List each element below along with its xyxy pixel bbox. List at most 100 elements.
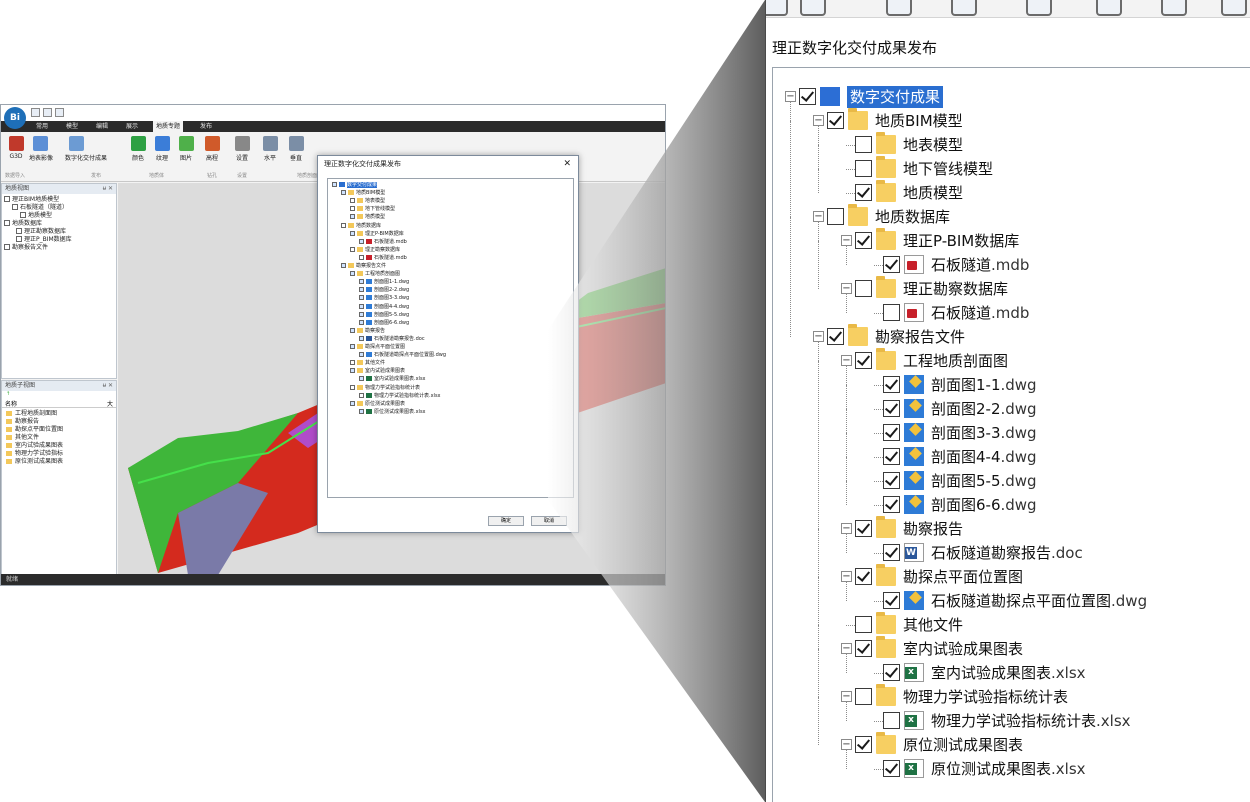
menu-6[interactable]: 发布 xyxy=(197,122,215,131)
checkbox[interactable] xyxy=(359,287,364,293)
close-icon[interactable]: ✕ xyxy=(563,156,571,172)
geology-view-item[interactable]: 石板隧道（隧道） xyxy=(4,204,116,212)
mini-ok-button[interactable]: 确定 xyxy=(488,516,524,526)
tree-node[interactable]: − 地质数据库 xyxy=(773,204,1243,229)
collapse-toggle[interactable]: − xyxy=(841,739,852,750)
checkbox[interactable] xyxy=(359,392,364,398)
collapse-toggle[interactable]: − xyxy=(841,643,852,654)
save-icon[interactable] xyxy=(55,108,64,117)
mini-tree-node[interactable]: 理正勘察数据库 xyxy=(350,246,400,254)
checkbox[interactable] xyxy=(827,328,844,345)
mini-tree-node[interactable]: 地质模型 xyxy=(350,213,385,221)
tree-node[interactable]: 原位测试成果图表.xlsx xyxy=(773,757,1243,781)
subview-list-item[interactable]: 勘察报告 xyxy=(6,418,116,426)
tree-node[interactable]: 石板隧道.mdb xyxy=(773,253,1243,277)
checkbox[interactable] xyxy=(4,196,10,202)
checkbox[interactable] xyxy=(359,238,364,244)
checkbox[interactable] xyxy=(350,246,355,252)
column-name[interactable]: 名称 xyxy=(5,401,17,408)
mini-tree-node[interactable]: 剖面图1-1.dwg xyxy=(359,278,409,286)
checkbox[interactable] xyxy=(883,592,900,609)
checkbox[interactable] xyxy=(855,736,872,753)
mini-tree-node[interactable]: 原位测试成果图表 xyxy=(350,400,405,408)
collapse-toggle[interactable]: − xyxy=(841,283,852,294)
mini-tree-node[interactable]: 物理力学试验指标统计表 xyxy=(350,384,420,392)
tree-node[interactable]: 剖面图4-4.dwg xyxy=(773,445,1243,469)
toolbar-rotate-icon[interactable] xyxy=(1221,0,1247,16)
mini-tree-node[interactable]: 原位测试成果图表.xlsx xyxy=(359,408,426,416)
subview-list-item[interactable]: 勘探点平面位置图 xyxy=(6,426,116,434)
checkbox[interactable] xyxy=(350,230,355,236)
checkbox[interactable] xyxy=(4,244,10,250)
tree-node[interactable]: 石板隧道勘察报告.doc xyxy=(773,541,1243,565)
tree-node[interactable]: 其他文件 xyxy=(773,612,1243,637)
checkbox[interactable] xyxy=(883,664,900,681)
checkbox[interactable] xyxy=(16,236,22,242)
mini-tree-node[interactable]: 剖面图4-4.dwg xyxy=(359,303,409,311)
checkbox[interactable] xyxy=(855,352,872,369)
tree-node[interactable]: − 原位测试成果图表 xyxy=(773,732,1243,757)
collapse-toggle[interactable]: − xyxy=(813,211,824,222)
tree-node[interactable]: 物理力学试验指标统计表.xlsx xyxy=(773,709,1243,733)
mini-tree-node[interactable]: 勘察报告文件 xyxy=(341,262,386,270)
mini-tree-node[interactable]: 工程地质剖面图 xyxy=(350,270,400,278)
checkbox[interactable] xyxy=(332,182,337,187)
mini-tree-node[interactable]: 地质BIM模型 xyxy=(341,189,385,197)
geology-view-item[interactable]: 理正勘察数据库 xyxy=(4,228,116,236)
checkbox[interactable] xyxy=(883,256,900,273)
geology-view-item[interactable]: 地质数据库 xyxy=(4,220,116,228)
tree-node[interactable]: − 数字交付成果 xyxy=(773,85,1243,109)
mini-tree-node[interactable]: 勘探点平面位置图 xyxy=(350,343,405,351)
mini-tree-node[interactable]: 石板隧道勘察报告.doc xyxy=(359,335,425,343)
tree-node[interactable]: 剖面图3-3.dwg xyxy=(773,421,1243,445)
ribbon-button-5[interactable]: 纹理 xyxy=(151,136,173,162)
toolbar-select-icon[interactable] xyxy=(886,0,912,16)
mini-tree-node[interactable]: 地质数据库 xyxy=(341,222,381,230)
collapse-toggle[interactable]: − xyxy=(841,355,852,366)
checkbox[interactable] xyxy=(350,206,355,212)
checkbox[interactable] xyxy=(341,263,346,268)
mini-tree-node[interactable]: 地下管线模型 xyxy=(350,205,395,213)
checkbox[interactable] xyxy=(359,279,364,285)
mini-tree-node[interactable]: 石板隧道.mdb xyxy=(359,238,407,246)
subview-list-item[interactable]: 工程地质剖面图 xyxy=(6,410,116,418)
checkbox[interactable] xyxy=(855,184,872,201)
checkbox[interactable] xyxy=(855,568,872,585)
checkbox[interactable] xyxy=(359,303,364,309)
ribbon-button-6[interactable]: 图片 xyxy=(175,136,197,162)
checkbox[interactable] xyxy=(359,376,364,382)
checkbox[interactable] xyxy=(827,208,844,225)
checkbox[interactable] xyxy=(350,360,355,366)
checkbox[interactable] xyxy=(855,136,872,153)
checkbox[interactable] xyxy=(883,304,900,321)
checkbox[interactable] xyxy=(883,544,900,561)
collapse-toggle[interactable]: − xyxy=(813,331,824,342)
tree-node[interactable]: − 勘探点平面位置图 xyxy=(773,564,1243,589)
checkbox[interactable] xyxy=(341,190,346,196)
ribbon-button-2[interactable]: 地表影像 xyxy=(29,136,53,162)
checkbox[interactable] xyxy=(350,271,355,277)
tree-node[interactable]: 剖面图6-6.dwg xyxy=(773,493,1243,517)
app-logo[interactable]: Bi xyxy=(4,107,26,129)
checkbox[interactable] xyxy=(855,232,872,249)
tree-node[interactable]: 石板隧道.mdb xyxy=(773,301,1243,325)
checkbox[interactable] xyxy=(855,280,872,297)
checkbox[interactable] xyxy=(350,400,355,406)
checkbox[interactable] xyxy=(883,760,900,777)
checkbox[interactable] xyxy=(350,384,355,390)
checkbox[interactable] xyxy=(827,112,844,129)
ribbon-button-9[interactable]: 水平 xyxy=(259,136,281,162)
mini-tree-node[interactable]: 石板隧道.mdb xyxy=(359,254,407,262)
checkbox[interactable] xyxy=(855,520,872,537)
checkbox[interactable] xyxy=(855,160,872,177)
mini-tree-node[interactable]: 石板隧道勘探点平面位置图.dwg xyxy=(359,351,446,359)
menu-2[interactable]: 模型 xyxy=(63,122,81,131)
mini-tree-node[interactable]: 剖面图2-2.dwg xyxy=(359,286,409,294)
checkbox[interactable] xyxy=(359,254,364,260)
tree-node[interactable]: 石板隧道勘探点平面位置图.dwg xyxy=(773,589,1243,613)
checkbox[interactable] xyxy=(883,424,900,441)
tree-node[interactable]: 剖面图1-1.dwg xyxy=(773,373,1243,397)
tree-node[interactable]: 剖面图2-2.dwg xyxy=(773,397,1243,421)
pin-close-icon[interactable]: ᵾ ✕ xyxy=(103,381,113,391)
menu-5[interactable]: 地质专题 xyxy=(153,121,184,132)
